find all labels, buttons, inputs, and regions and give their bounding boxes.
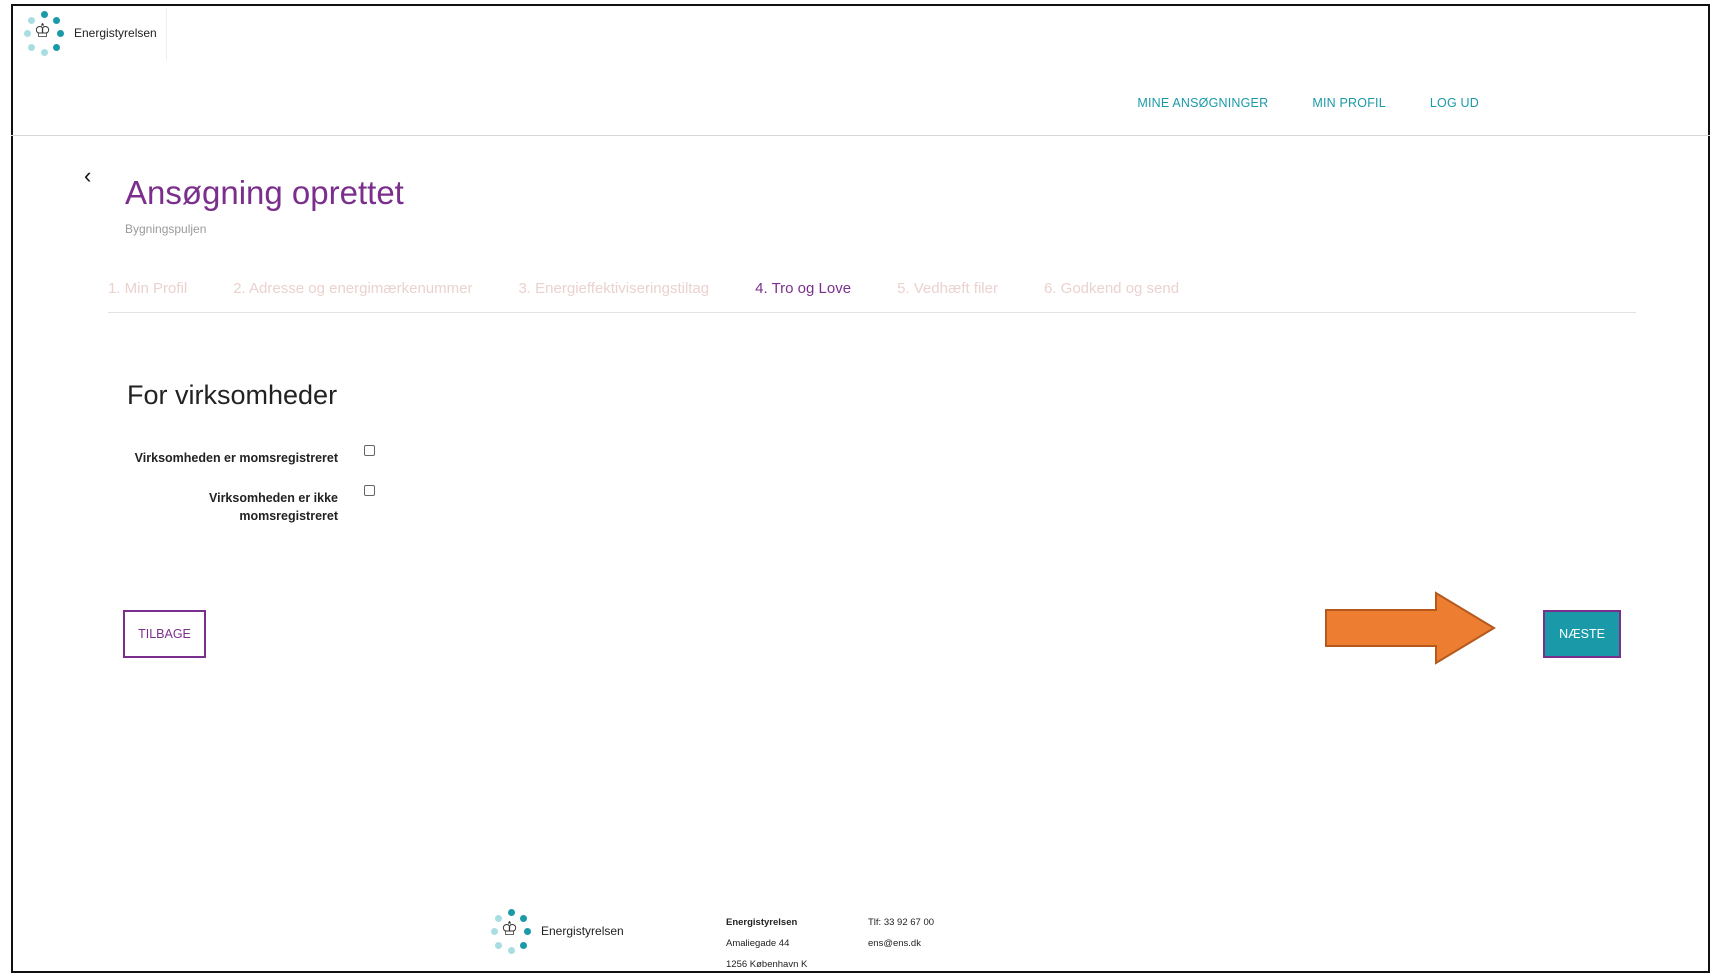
nav-mine-ansoegninger[interactable]: MINE ANSØGNINGER (1137, 96, 1268, 110)
footer-street: Amaliegade 44 (726, 938, 790, 949)
logo-icon: ♔ (20, 8, 70, 58)
nav-min-profil[interactable]: MIN PROFIL (1312, 96, 1386, 110)
footer-org: Energistyrelsen (726, 917, 798, 928)
back-chevron-icon[interactable]: ‹ (84, 163, 91, 189)
footer-crown-icon: ♔ (501, 919, 519, 940)
logo-text: Energistyrelsen (74, 26, 157, 40)
label-ikke-momsregistreret: Virksomheden er ikke momsregistreret (208, 491, 338, 523)
footer-logo-icon: ♔ (487, 906, 537, 956)
crown-icon: ♔ (34, 21, 52, 42)
annotation-arrow (1325, 591, 1496, 665)
field-ikke-momsregistreret: Virksomheden er ikke momsregistreret (127, 485, 375, 525)
top-navigation: MINE ANSØGNINGER MIN PROFIL LOG UD (1137, 96, 1479, 110)
step-energieffektivisering[interactable]: 3. Energieffektiviseringstiltag (518, 280, 709, 297)
page-subtitle: Bygningspuljen (125, 222, 207, 236)
step-progress: 1. Min Profil 2. Adresse og energimærken… (108, 280, 1179, 297)
footer-logo-text: Energistyrelsen (541, 924, 624, 938)
naeste-button[interactable]: NÆSTE (1543, 610, 1621, 658)
field-momsregistreret: Virksomheden er momsregistreret (127, 445, 375, 467)
page-title: Ansøgning oprettet (125, 174, 404, 211)
footer-contact: Tlf: 33 92 67 00 ens@ens.dk (868, 912, 934, 954)
footer-city: 1256 København K (726, 959, 808, 970)
nav-log-ud[interactable]: LOG UD (1430, 96, 1479, 110)
step-min-profil[interactable]: 1. Min Profil (108, 280, 187, 297)
label-momsregistreret: Virksomheden er momsregistreret (134, 451, 338, 465)
footer-phone: Tlf: 33 92 67 00 (868, 917, 935, 928)
step-adresse[interactable]: 2. Adresse og energimærkenummer (233, 280, 472, 297)
step-vedhaeft-filer[interactable]: 5. Vedhæft filer (897, 280, 998, 297)
header-logo[interactable]: ♔ Energistyrelsen (20, 8, 157, 58)
steps-divider (108, 312, 1636, 313)
step-godkend-og-send[interactable]: 6. Godkend og send (1044, 280, 1179, 297)
footer-email[interactable]: ens@ens.dk (868, 933, 934, 954)
logo-divider (166, 8, 167, 60)
section-title: For virksomheder (127, 380, 338, 410)
step-tro-og-love[interactable]: 4. Tro og Love (755, 280, 851, 297)
tilbage-button[interactable]: TILBAGE (123, 610, 206, 658)
checkbox-momsregistreret[interactable] (364, 445, 375, 456)
header-divider (11, 135, 1710, 136)
footer-logo[interactable]: ♔ Energistyrelsen (487, 906, 624, 956)
footer-address: Energistyrelsen Amaliegade 44 1256 Køben… (726, 912, 807, 975)
checkbox-ikke-momsregistreret[interactable] (364, 485, 375, 496)
